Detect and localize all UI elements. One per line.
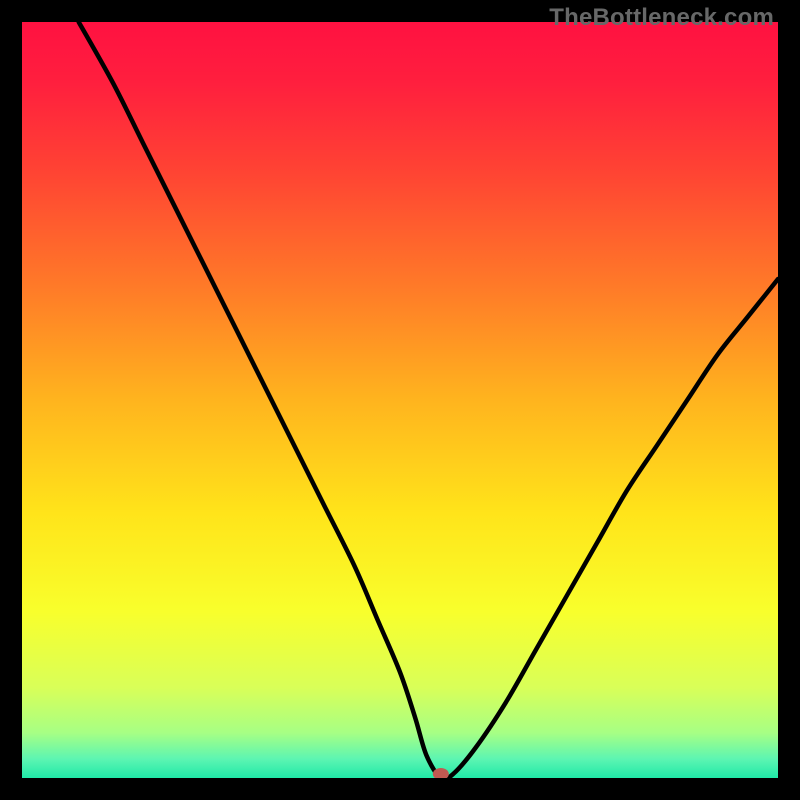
chart-background	[22, 22, 778, 778]
chart-frame	[22, 22, 778, 778]
watermark-text: TheBottleneck.com	[549, 4, 774, 32]
bottleneck-chart	[22, 22, 778, 778]
